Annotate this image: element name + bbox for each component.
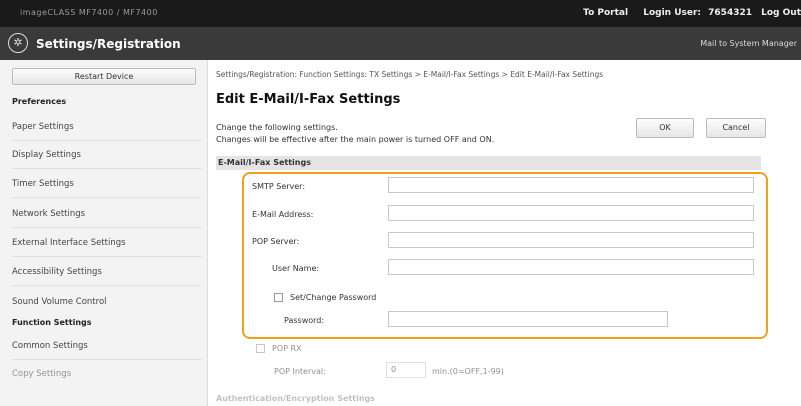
pop-interval-input[interactable]: 0 xyxy=(386,362,426,378)
login-user: 7654321 xyxy=(708,8,752,18)
sidebar-item-sound-volume-control[interactable]: Sound Volume Control xyxy=(12,297,202,307)
cancel-button[interactable]: Cancel xyxy=(706,118,766,138)
sidebar-divider xyxy=(12,285,202,286)
sidebar-item-accessibility-settings[interactable]: Accessibility Settings xyxy=(12,267,202,277)
email-address-input[interactable] xyxy=(388,205,754,221)
mail-to-system-manager-link[interactable]: Mail to System Manager xyxy=(700,39,797,48)
user-name-label: User Name: xyxy=(272,264,320,273)
sidebar-heading-preferences: Preferences xyxy=(12,97,67,106)
password-label: Password: xyxy=(284,316,325,325)
sidebar-divider xyxy=(12,168,202,169)
pop-server-label: POP Server: xyxy=(252,237,300,246)
app-title: Settings/Registration xyxy=(36,37,181,51)
smtp-server-label: SMTP Server: xyxy=(252,182,306,191)
restart-device-button[interactable]: Restart Device xyxy=(12,68,196,85)
sidebar-divider xyxy=(12,140,202,141)
set-change-password-checkbox[interactable] xyxy=(274,293,283,302)
logout-link[interactable]: Log Out xyxy=(761,8,801,18)
set-change-password-label: Set/Change Password xyxy=(290,293,377,302)
sidebar-item-paper-settings[interactable]: Paper Settings xyxy=(12,122,202,132)
sidebar-item-display-settings[interactable]: Display Settings xyxy=(12,150,202,160)
sidebar-item-copy-settings[interactable]: Copy Settings xyxy=(12,369,202,379)
smtp-server-input[interactable] xyxy=(388,177,754,193)
sidebar: Restart Device Preferences Paper Setting… xyxy=(0,60,208,406)
sidebar-item-external-interface-settings[interactable]: External Interface Settings xyxy=(12,238,202,248)
ok-button[interactable]: OK xyxy=(636,118,694,138)
pop-interval-label: POP Interval: xyxy=(274,367,326,376)
password-input[interactable] xyxy=(388,311,668,327)
auth-section-header: Authentication/Encryption Settings xyxy=(216,394,376,403)
pop-rx-checkbox[interactable] xyxy=(256,344,265,353)
sidebar-heading-function-settings: Function Settings xyxy=(12,318,92,327)
section-header-email-ifax: E-Mail/I-Fax Settings xyxy=(216,156,761,170)
sidebar-item-network-settings[interactable]: Network Settings xyxy=(12,209,202,219)
breadcrumb: Settings/Registration: Function Settings… xyxy=(216,70,604,79)
description-line-2: Changes will be effective after the main… xyxy=(216,135,495,144)
sidebar-divider xyxy=(12,227,202,228)
main-content: Settings/Registration: Function Settings… xyxy=(216,60,801,406)
top-bar: imageCLASS MF7400 / MF7400 To Portal Log… xyxy=(0,0,801,27)
title-bar: ✲ Settings/Registration Mail to System M… xyxy=(0,27,801,60)
sidebar-item-common-settings[interactable]: Common Settings xyxy=(12,341,202,351)
portal-link[interactable]: To Portal xyxy=(583,8,628,18)
top-bar-right: To Portal Login User: 7654321 Log Out xyxy=(583,8,801,18)
email-address-label: E-Mail Address: xyxy=(252,210,314,219)
device-name: imageCLASS MF7400 / MF7400 xyxy=(20,8,158,17)
pop-rx-label: POP RX xyxy=(272,344,302,353)
user-name-input[interactable] xyxy=(388,259,754,275)
sidebar-divider xyxy=(12,197,202,198)
login-label: Login User: xyxy=(643,8,702,18)
sidebar-divider xyxy=(12,256,202,257)
sidebar-item-timer-settings[interactable]: Timer Settings xyxy=(12,179,202,189)
pop-server-input[interactable] xyxy=(388,232,754,248)
page-title: Edit E-Mail/I-Fax Settings xyxy=(216,92,401,107)
settings-logo-icon: ✲ xyxy=(8,33,28,53)
sidebar-divider xyxy=(12,359,202,360)
description-line-1: Change the following settings. xyxy=(216,123,338,132)
pop-interval-unit: min.(0=OFF,1-99) xyxy=(432,367,504,376)
